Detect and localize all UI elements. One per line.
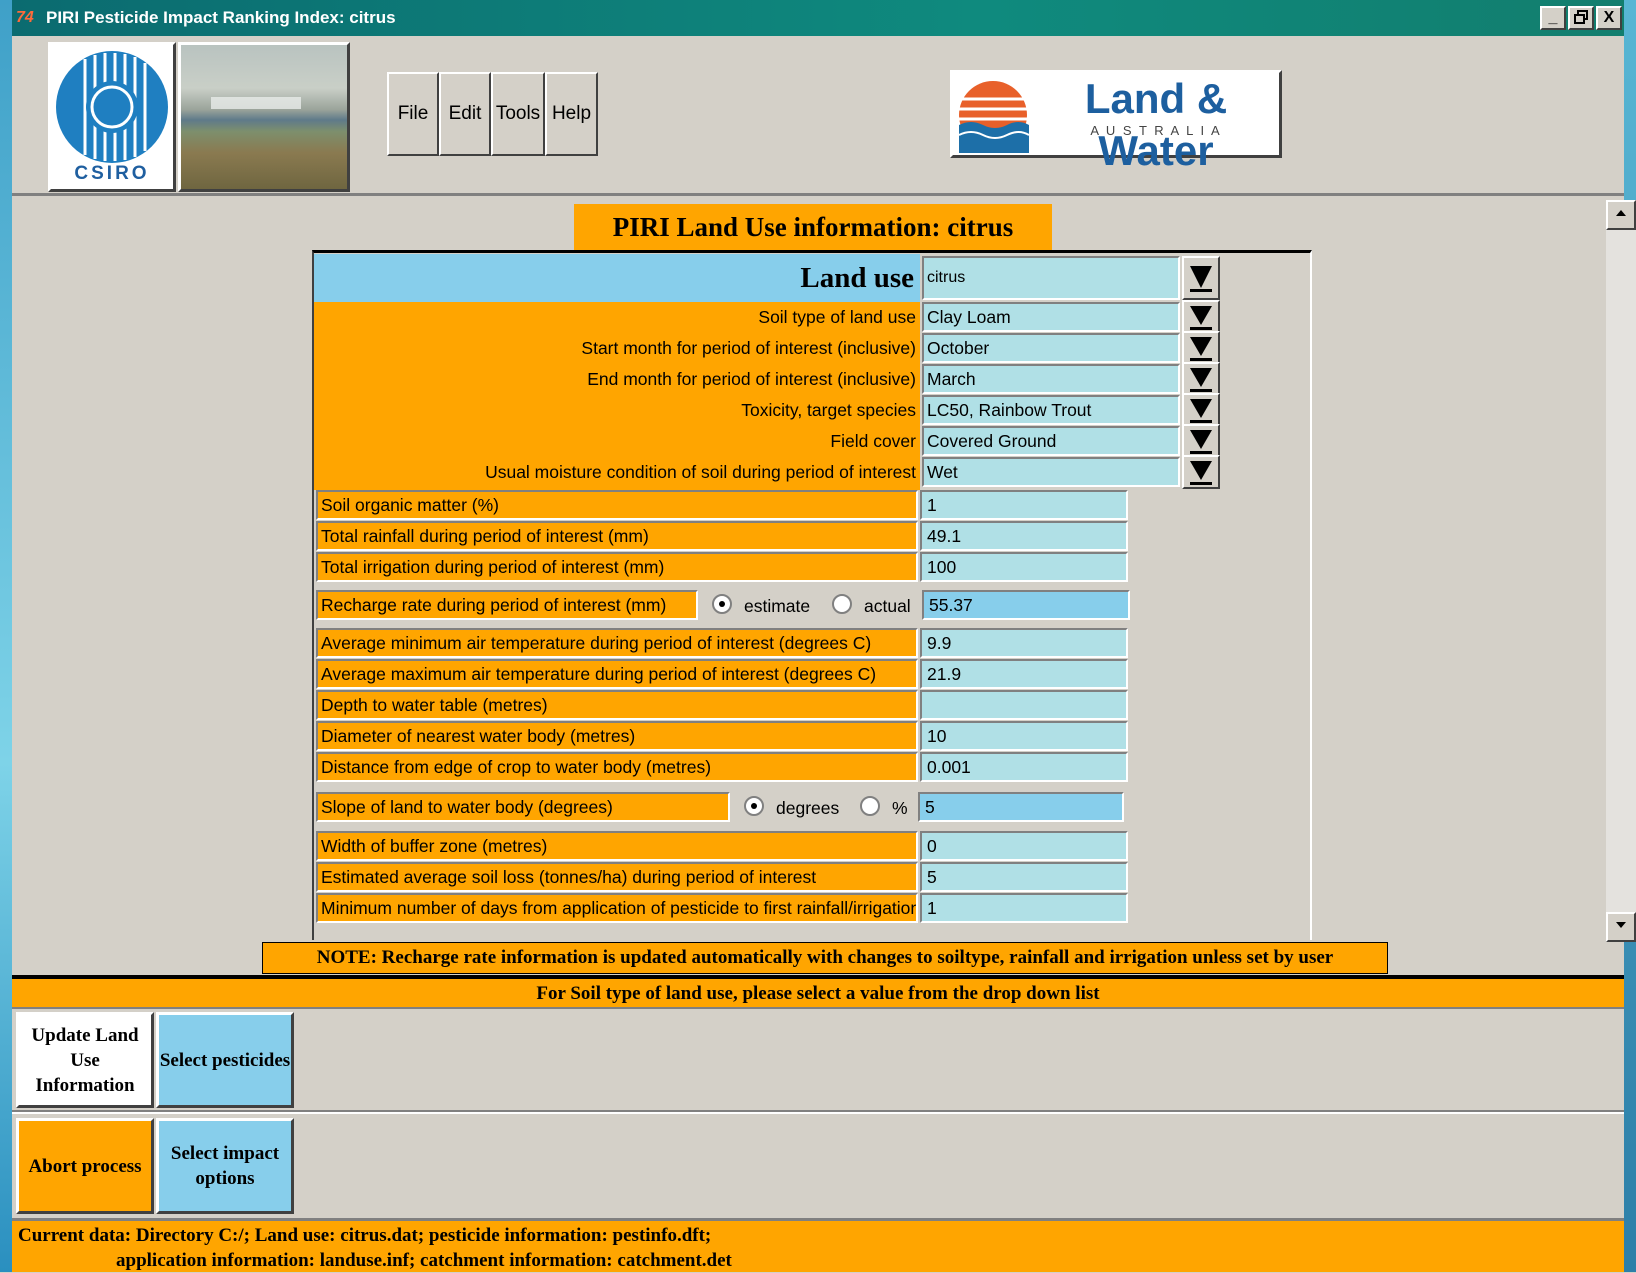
recharge-note: NOTE: Recharge rate information is updat… (262, 942, 1388, 974)
csiro-logo: CSIRO (48, 42, 176, 192)
soil-organic-matter-label: Soil organic matter (%) (316, 490, 918, 520)
slope-degrees-label: degrees (776, 798, 840, 818)
total-irrigation-label: Total irrigation during period of intere… (316, 552, 918, 582)
status-message: For Soil type of land use, please select… (12, 979, 1624, 1009)
toxicity-select[interactable]: LC50, Rainbow Trout (922, 395, 1180, 425)
start-month-dropdown-button[interactable] (1182, 331, 1220, 365)
avg-max-temp-input[interactable]: 21.9 (920, 659, 1128, 689)
select-pesticides-button[interactable]: Select pesticides (156, 1012, 294, 1108)
dropdown-arrow-icon (1190, 399, 1212, 423)
soil-type-dropdown-button[interactable] (1182, 300, 1220, 334)
buffer-zone-input[interactable]: 0 (920, 831, 1128, 861)
page-title: PIRI Land Use information: citrus (574, 204, 1052, 250)
soil-type-select[interactable]: Clay Loam (922, 302, 1180, 332)
csiro-logo-text: CSIRO (74, 163, 150, 184)
land-use-label: Land use (800, 262, 914, 294)
recharge-estimate-label: estimate (744, 596, 811, 616)
abort-process-button[interactable]: Abort process (16, 1118, 154, 1214)
recharge-rate-label: Recharge rate during period of interest … (316, 590, 698, 620)
desktop-background-left (0, 0, 12, 1272)
buffer-zone-label: Width of buffer zone (metres) (316, 831, 918, 861)
distance-crop-water-input[interactable]: 0.001 (920, 752, 1128, 782)
photo-plane (211, 97, 301, 109)
min-days-input[interactable]: 1 (920, 893, 1128, 923)
vertical-scrollbar[interactable] (1606, 200, 1636, 940)
update-land-use-button[interactable]: Update Land Use Information (16, 1012, 154, 1108)
slope-degrees-radio[interactable] (744, 796, 764, 816)
recharge-estimate-radio[interactable] (712, 594, 732, 614)
depth-water-table-input[interactable] (920, 690, 1128, 720)
arrow-up-icon (1616, 210, 1626, 216)
distance-crop-water-label: Distance from edge of crop to water body… (316, 752, 918, 782)
end-month-dropdown-button[interactable] (1182, 362, 1220, 396)
soil-loss-label: Estimated average soil loss (tonnes/ha) … (316, 862, 918, 892)
avg-max-temp-label: Average maximum air temperature during p… (316, 659, 918, 689)
lw-logo-subtitle: A U S T R A L I A (1090, 123, 1222, 138)
slope-percent-radio[interactable] (860, 796, 880, 816)
total-rainfall-input[interactable]: 49.1 (920, 521, 1128, 551)
window-title-bar[interactable]: PIRI Pesticide Impact Ranking Index: cit… (12, 0, 1624, 36)
depth-water-table-label: Depth to water table (metres) (316, 690, 918, 720)
toxicity-dropdown-button[interactable] (1182, 393, 1220, 427)
land-water-australia-logo: Land & Water A U S T R A L I A (950, 70, 1282, 174)
min-days-label: Minimum number of days from application … (316, 893, 918, 923)
dropdown-arrow-icon (1190, 461, 1212, 485)
app-icon: 74 (16, 9, 34, 26)
start-month-label: Start month for period of interest (incl… (581, 338, 916, 358)
restore-button[interactable] (1568, 6, 1594, 30)
menu-tools[interactable]: Tools (491, 72, 545, 156)
menu-file[interactable]: File (387, 72, 439, 156)
field-cover-dropdown-button[interactable] (1182, 424, 1220, 458)
menu-help[interactable]: Help (545, 72, 598, 156)
field-cover-select[interactable]: Covered Ground (922, 426, 1180, 456)
total-irrigation-input[interactable]: 100 (920, 552, 1128, 582)
select-impact-options-button[interactable]: Select impact options (156, 1118, 294, 1214)
arrow-down-icon (1616, 922, 1626, 928)
avg-min-temp-input[interactable]: 9.9 (920, 628, 1128, 658)
landscape-photo (178, 42, 350, 192)
soil-loss-input[interactable]: 5 (920, 862, 1128, 892)
slope-percent-label: % (892, 798, 908, 818)
dropdown-arrow-icon (1190, 368, 1212, 392)
land-use-dropdown-button[interactable] (1182, 256, 1220, 300)
dropdown-arrow-icon (1190, 266, 1212, 292)
minimize-button[interactable]: _ (1540, 6, 1566, 30)
soil-organic-matter-input[interactable]: 1 (920, 490, 1128, 520)
sunset-wave-icon (958, 81, 1029, 153)
button-row-divider (12, 1110, 1624, 1114)
slope-input[interactable]: 5 (918, 792, 1124, 822)
end-month-label: End month for period of interest (inclus… (587, 369, 916, 389)
start-month-select[interactable]: October (922, 333, 1180, 363)
field-cover-label: Field cover (830, 431, 916, 451)
toxicity-label: Toxicity, target species (741, 400, 916, 420)
scroll-down-button[interactable] (1606, 912, 1636, 942)
recharge-rate-input[interactable]: 55.37 (922, 590, 1130, 620)
menu-edit[interactable]: Edit (439, 72, 491, 156)
total-rainfall-label: Total rainfall during period of interest… (316, 521, 918, 551)
avg-min-temp-label: Average minimum air temperature during p… (316, 628, 918, 658)
recharge-actual-radio[interactable] (832, 594, 852, 614)
window-title: PIRI Pesticide Impact Ranking Index: cit… (46, 8, 396, 27)
current-data-line1: Current data: Directory C:/; Land use: c… (18, 1225, 712, 1246)
land-use-select[interactable]: citrus (922, 256, 1180, 300)
soil-type-label: Soil type of land use (758, 307, 916, 327)
scroll-up-button[interactable] (1606, 200, 1636, 230)
moisture-select[interactable]: Wet (922, 457, 1180, 487)
diameter-water-body-label: Diameter of nearest water body (metres) (316, 721, 918, 751)
current-data-line2: application information: landuse.inf; ca… (116, 1250, 732, 1271)
end-month-select[interactable]: March (922, 364, 1180, 394)
current-data-bar: Current data: Directory C:/; Land use: c… (12, 1218, 1624, 1272)
close-button[interactable]: X (1596, 6, 1622, 30)
diameter-water-body-input[interactable]: 10 (920, 721, 1128, 751)
restore-icon (1574, 10, 1588, 24)
slope-label: Slope of land to water body (degrees) (316, 792, 730, 822)
moisture-label: Usual moisture condition of soil during … (485, 462, 916, 482)
recharge-actual-label: actual (864, 596, 911, 616)
dropdown-arrow-icon (1190, 430, 1212, 454)
moisture-dropdown-button[interactable] (1182, 455, 1220, 489)
dropdown-arrow-icon (1190, 306, 1212, 330)
dropdown-arrow-icon (1190, 337, 1212, 361)
